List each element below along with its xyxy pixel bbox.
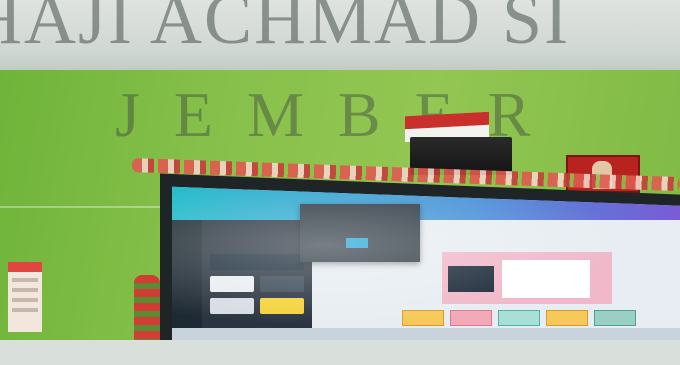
wall-poster bbox=[8, 262, 42, 332]
floor bbox=[0, 340, 680, 365]
screen-glare bbox=[172, 186, 680, 340]
banner-title: HAJI ACHMAD SI bbox=[0, 0, 571, 59]
wall-molding bbox=[0, 206, 170, 208]
